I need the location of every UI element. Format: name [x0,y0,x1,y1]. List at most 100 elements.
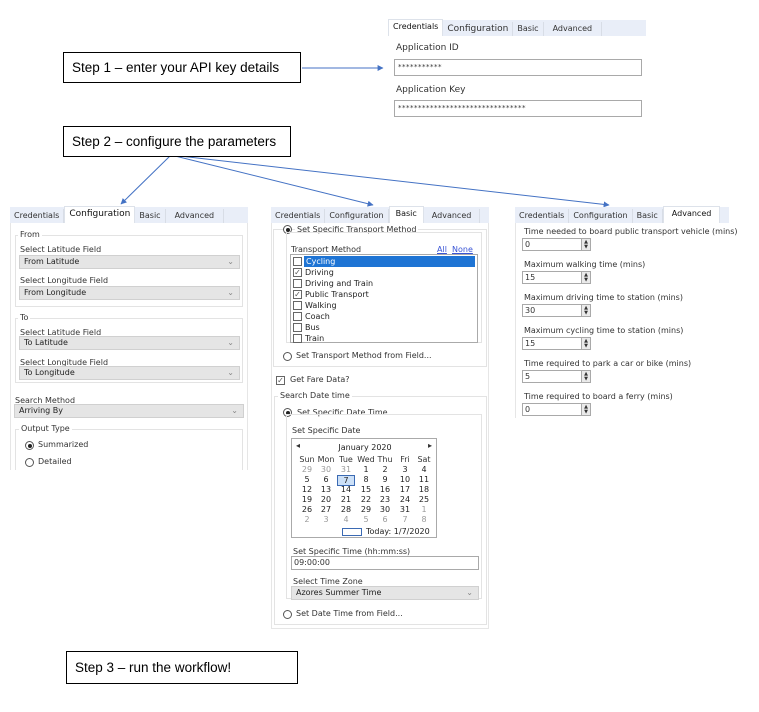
spinner-arrows-icon[interactable]: ▲ ▼ [581,304,591,317]
tab-configuration[interactable]: Configuration [64,206,136,223]
calendar-day[interactable]: 1 [357,465,375,474]
to-longitude-select[interactable]: To Longitude ⌄ [19,366,240,380]
advanced-field-input[interactable]: 15 [522,337,582,350]
calendar-day[interactable]: 14 [337,485,355,494]
calendar-day[interactable]: 25 [415,495,433,504]
application-id-input[interactable]: *********** [394,59,642,76]
public-transport-checkbox[interactable]: ✓ [293,290,302,299]
time-zone-select[interactable]: Azores Summer Time ⌄ [291,586,479,600]
calendar-day[interactable]: 4 [415,465,433,474]
detailed-radio[interactable] [25,458,34,467]
spin-down-icon[interactable]: ▼ [582,278,590,283]
tab-advanced[interactable]: Advanced [165,209,225,223]
calendar-day[interactable]: 16 [376,485,394,494]
calendar-day[interactable]: 28 [337,505,355,514]
select-all-link[interactable]: All [437,245,447,254]
walking-checkbox[interactable] [293,301,302,310]
calendar-day[interactable]: 31 [337,465,355,474]
calendar-day[interactable]: 29 [357,505,375,514]
datetime-from-field-radio[interactable] [283,610,292,619]
calendar-day[interactable]: 30 [317,465,335,474]
tab-advanced[interactable]: Advanced [423,209,481,223]
calendar-today-label[interactable]: Today: 1/7/2020 [366,527,430,536]
application-key-input[interactable]: ******************************** [394,100,642,117]
calendar-month-title[interactable]: January 2020 [292,443,438,452]
calendar-day[interactable]: 7 [396,515,414,524]
calendar-day[interactable]: 2 [298,515,316,524]
driving-and-train-checkbox[interactable] [293,279,302,288]
calendar-day[interactable]: 17 [396,485,414,494]
spin-down-icon[interactable]: ▼ [582,377,590,382]
advanced-field-input[interactable]: 0 [522,403,582,416]
tab-advanced[interactable]: Advanced [662,206,721,223]
calendar-day[interactable]: 5 [298,475,316,484]
tab-advanced[interactable]: Advanced [543,22,603,36]
calendar-day[interactable]: 15 [357,485,375,494]
tab-basic[interactable]: Basic [632,209,663,223]
transport-item-coach[interactable]: Coach [291,311,477,322]
spin-down-icon[interactable]: ▼ [582,245,590,250]
calendar-day[interactable]: 8 [415,515,433,524]
advanced-field-input[interactable]: 0 [522,238,582,251]
spinner-arrows-icon[interactable]: ▲ ▼ [581,238,591,251]
spin-down-icon[interactable]: ▼ [582,410,590,415]
spinner-arrows-icon[interactable]: ▲ ▼ [581,403,591,416]
calendar-day[interactable]: 31 [396,505,414,514]
transport-item-public-transport[interactable]: ✓ Public Transport [291,289,477,300]
transport-item-bus[interactable]: Bus [291,322,477,333]
tab-configuration[interactable]: Configuration [569,209,633,223]
tab-configuration[interactable]: Configuration [443,22,514,36]
calendar-day[interactable]: 2 [376,465,394,474]
search-method-select[interactable]: Arriving By ⌄ [14,404,244,418]
tab-basic[interactable]: Basic [513,22,544,36]
from-latitude-select[interactable]: From Latitude ⌄ [19,255,240,269]
spinner-arrows-icon[interactable]: ▲ ▼ [581,271,591,284]
advanced-field-input[interactable]: 15 [522,271,582,284]
calendar-day[interactable]: 19 [298,495,316,504]
bus-checkbox[interactable] [293,323,302,332]
calendar-day[interactable]: 24 [396,495,414,504]
tab-credentials[interactable]: Credentials [10,209,65,223]
calendar-day[interactable]: 23 [376,495,394,504]
calendar-day[interactable]: 26 [298,505,316,514]
calendar-day[interactable]: 21 [337,495,355,504]
transport-item-train[interactable]: Train [291,333,477,344]
driving-checkbox[interactable]: ✓ [293,268,302,277]
tab-basic[interactable]: Basic [388,206,424,223]
coach-checkbox[interactable] [293,312,302,321]
calendar-day[interactable]: 22 [357,495,375,504]
calendar-day[interactable]: 18 [415,485,433,494]
spinner-arrows-icon[interactable]: ▲ ▼ [581,370,591,383]
select-none-link[interactable]: None [452,245,473,254]
cycling-checkbox[interactable] [293,257,302,266]
calendar-day[interactable]: 30 [376,505,394,514]
tab-configuration[interactable]: Configuration [325,209,389,223]
spin-down-icon[interactable]: ▼ [582,344,590,349]
transport-item-cycling[interactable]: Cycling [291,256,477,267]
transport-item-driving-and-train[interactable]: Driving and Train [291,278,477,289]
calendar-day[interactable]: 13 [317,485,335,494]
calendar-day[interactable]: 12 [298,485,316,494]
to-latitude-select[interactable]: To Latitude ⌄ [19,336,240,350]
calendar-day[interactable]: 3 [317,515,335,524]
calendar-next-icon[interactable]: ▸ [428,441,432,450]
calendar-day[interactable]: 10 [396,475,414,484]
calendar-day[interactable]: 11 [415,475,433,484]
from-longitude-select[interactable]: From Longitude ⌄ [19,286,240,300]
transport-item-walking[interactable]: Walking [291,300,477,311]
calendar-day[interactable]: 6 [317,475,335,484]
summarized-radio[interactable] [25,441,34,450]
calendar-day[interactable]: 3 [396,465,414,474]
tab-credentials[interactable]: Credentials [515,209,570,223]
calendar-day[interactable]: 27 [317,505,335,514]
spinner-arrows-icon[interactable]: ▲ ▼ [581,337,591,350]
spin-down-icon[interactable]: ▼ [582,311,590,316]
calendar-day[interactable]: 20 [317,495,335,504]
date-calendar[interactable]: ◂ January 2020 ▸ Sun Mon Tue Wed Thu Fri Sat 29… [291,438,437,538]
calendar-day[interactable]: 29 [298,465,316,474]
calendar-day[interactable]: 5 [357,515,375,524]
tab-credentials[interactable]: Credentials [388,19,444,36]
calendar-day[interactable]: 9 [376,475,394,484]
transport-item-driving[interactable]: ✓ Driving [291,267,477,278]
get-fare-checkbox[interactable]: ✓ [276,376,285,385]
